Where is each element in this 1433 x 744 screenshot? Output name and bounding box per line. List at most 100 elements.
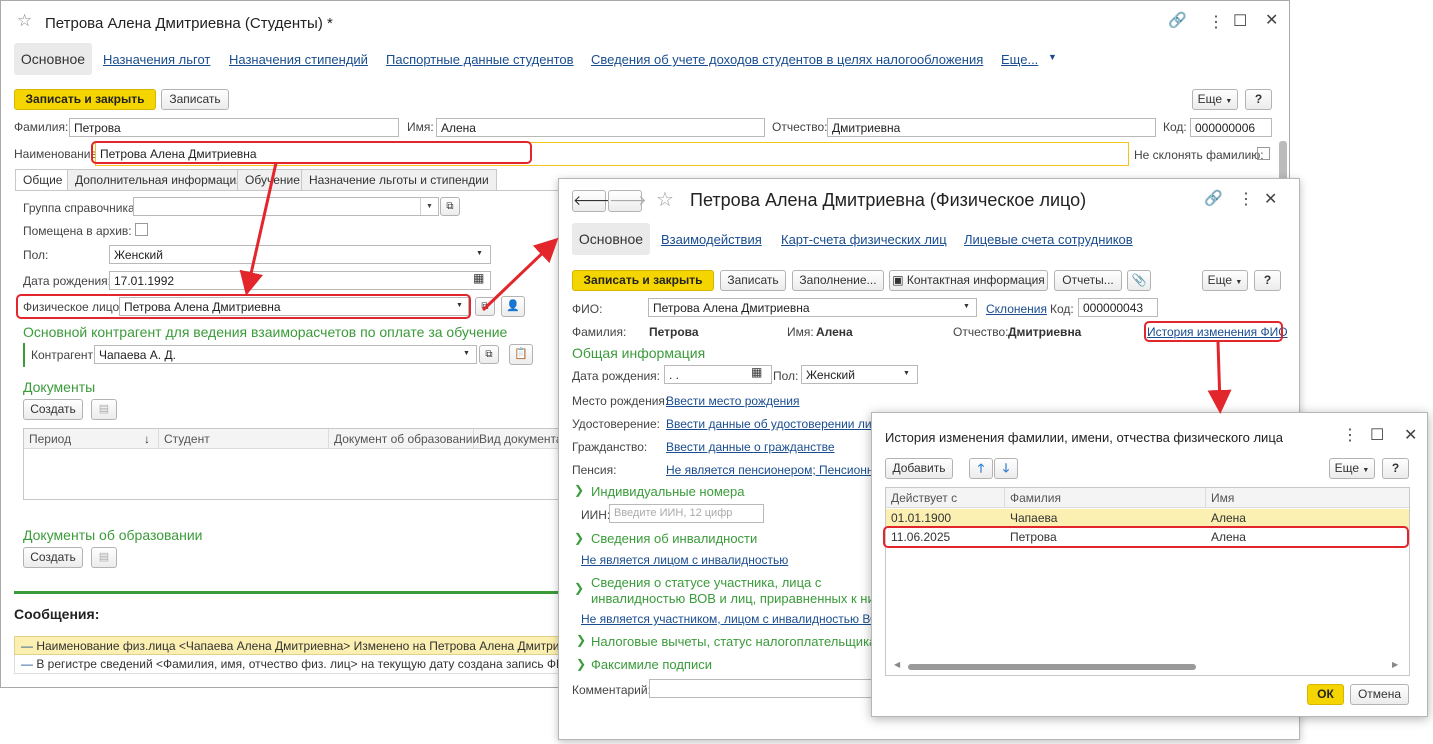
familia-field[interactable]: Петрова [69, 118, 399, 137]
save-close-button[interactable]: Записать и закрыть [572, 270, 714, 291]
fax-section-title[interactable]: Факсимиле подписи [591, 657, 712, 672]
inv-section-title[interactable]: Сведения об инвалидности [591, 531, 757, 546]
pension-link[interactable]: Не является пенсионером; Пенсионный [666, 463, 889, 477]
nav-card-accounts[interactable]: Карт-счета физических лиц [781, 232, 947, 247]
iin-field[interactable]: Введите ИИН, 12 цифр [609, 504, 764, 523]
col-edu-doc[interactable]: Документ об образовании [329, 429, 479, 449]
col-familia[interactable]: Фамилия [1005, 488, 1206, 508]
mesto-link[interactable]: Ввести место рождения [666, 394, 800, 408]
vov-section-title-1[interactable]: Сведения о статусе участника, лица с [591, 575, 821, 590]
archive-checkbox[interactable] [135, 223, 148, 236]
kod-field[interactable]: 000000043 [1078, 298, 1158, 317]
ok-button[interactable]: ОК [1307, 684, 1344, 705]
dropdown-icon[interactable]: ▼ [463, 350, 470, 357]
nav-interactions[interactable]: Взаимодействия [661, 232, 762, 247]
open-icon[interactable]: ⧉ [475, 297, 495, 316]
nav-scholarships[interactable]: Назначения стипендий [229, 52, 368, 67]
nav-passport[interactable]: Паспортные данные студентов [386, 52, 574, 67]
ne-sklonyat-checkbox[interactable] [1257, 147, 1270, 160]
grazh-link[interactable]: Ввести данные о гражданстве [666, 440, 835, 454]
contragent-field[interactable]: Чапаева А. Д. [94, 345, 477, 364]
dr-field[interactable]: 17.01.1992 [109, 271, 491, 290]
nav-benefits[interactable]: Назначения льгот [103, 52, 210, 67]
pol-field[interactable]: Женский [801, 365, 918, 384]
imya-field[interactable]: Алена [436, 118, 765, 137]
more-button[interactable]: Еще ▼ [1192, 89, 1238, 110]
save-button[interactable]: Записать [720, 270, 786, 291]
save-close-button[interactable]: Записать и закрыть [14, 89, 156, 110]
inv-link[interactable]: Не является лицом с инвалидностью [581, 553, 788, 567]
reports-button[interactable]: Отчеты... [1054, 270, 1122, 291]
more-vertical-icon[interactable]: ⋮ [1238, 189, 1254, 209]
print-icon[interactable]: ▤ [91, 399, 117, 420]
help-button[interactable]: ? [1254, 270, 1281, 291]
tab-main[interactable]: Основное [572, 223, 650, 255]
chevron-down-icon[interactable]: ❯ [574, 581, 584, 595]
close-icon[interactable]: ✕ [1265, 10, 1278, 30]
back-button[interactable]: 🡐 [572, 190, 611, 212]
calendar-icon[interactable]: ▦ [473, 271, 484, 285]
vov-section-title-2[interactable]: инвалидностью ВОВ и лиц, приравненных к … [591, 591, 875, 606]
col-student[interactable]: Студент [159, 429, 329, 449]
create-doc-button[interactable]: Создать [23, 399, 83, 420]
col-valid-from[interactable]: Действует с [886, 488, 1005, 508]
scroll-right-icon[interactable]: ▶ [1392, 660, 1398, 669]
close-icon[interactable]: ✕ [1264, 189, 1277, 209]
scroll-thumb[interactable] [908, 664, 1196, 670]
scroll-left-icon[interactable]: ◀ [894, 660, 900, 669]
sort-down-icon[interactable]: ↓ [144, 432, 150, 446]
more-vertical-icon[interactable]: ⋮ [1208, 12, 1224, 32]
tab-benefit-scholarship[interactable]: Назначение льготы и стипендии [301, 169, 497, 190]
tab-education[interactable]: Обучение [237, 169, 308, 190]
kod-field[interactable]: 000000006 [1190, 118, 1272, 137]
clipboard-icon[interactable]: 📋 [509, 344, 533, 365]
dropdown-icon[interactable]: ▼ [903, 370, 910, 377]
paperclip-icon[interactable]: 📎 [1127, 270, 1151, 291]
dropdown-icon[interactable]: ▼ [476, 250, 483, 257]
dropdown-icon[interactable]: ▼ [963, 303, 970, 310]
calendar-icon[interactable]: ▦ [751, 365, 762, 379]
link-icon[interactable]: 🔗 [1168, 11, 1187, 29]
tab-additional[interactable]: Дополнительная информация [67, 169, 251, 190]
open-icon[interactable]: ⧉ [440, 197, 460, 216]
scrollbar[interactable] [1279, 141, 1287, 181]
open-icon[interactable]: ⧉ [479, 345, 499, 364]
chevron-down-icon[interactable]: ❯ [574, 531, 584, 545]
nav-personal-accounts[interactable]: Лицевые счета сотрудников [964, 232, 1133, 247]
contact-info-button[interactable]: ▣ Контактная информация [889, 270, 1048, 291]
cancel-button[interactable]: Отмена [1350, 684, 1409, 705]
horizontal-scrollbar[interactable]: ◀ ▶ [894, 660, 1402, 672]
save-button[interactable]: Записать [161, 89, 229, 110]
print-icon[interactable]: ▤ [91, 547, 117, 568]
chevron-down-icon[interactable]: ❯ [574, 483, 584, 497]
vov-link[interactable]: Не является участником, лицом с инвалидн… [581, 612, 897, 626]
chevron-down-icon[interactable]: ▼ [1048, 52, 1057, 62]
fill-button[interactable]: Заполнение... [792, 270, 884, 291]
col-period[interactable]: Период [24, 429, 159, 449]
tax-section-title[interactable]: Налоговые вычеты, статус налогоплательщи… [591, 634, 876, 649]
link-icon[interactable]: 🔗 [1204, 189, 1223, 207]
nav-income[interactable]: Сведения об учете доходов студентов в це… [591, 52, 983, 67]
otchestvo-field[interactable]: Дмитриевна [827, 118, 1156, 137]
nav-more[interactable]: Еще... [1001, 52, 1038, 67]
star-icon[interactable]: ☆ [656, 187, 674, 212]
more-vertical-icon[interactable]: ⋮ [1342, 425, 1358, 445]
gruppa-field[interactable]: ▼ [133, 197, 439, 216]
create-edu-doc-button[interactable]: Создать [23, 547, 83, 568]
add-button[interactable]: Добавить [885, 458, 953, 479]
user-card-icon[interactable]: 👤 [501, 296, 525, 317]
help-button[interactable]: ? [1382, 458, 1409, 479]
close-icon[interactable]: ✕ [1404, 425, 1417, 445]
more-button[interactable]: Еще ▼ [1202, 270, 1248, 291]
fio-field[interactable]: Петрова Алена Дмитриевна [648, 298, 977, 317]
move-up-icon[interactable]: 🡑 [969, 458, 993, 479]
sklon-link[interactable]: Склонения [986, 302, 1047, 316]
star-icon[interactable]: ☆ [17, 11, 32, 31]
tab-general[interactable]: Общие [15, 169, 71, 190]
help-button[interactable]: ? [1245, 89, 1272, 110]
maximize-icon[interactable]: ☐ [1233, 11, 1247, 31]
chevron-right-icon[interactable]: ❯ [576, 633, 586, 647]
more-button[interactable]: Еще ▼ [1329, 458, 1375, 479]
tab-main[interactable]: Основное [14, 43, 92, 75]
pol-field[interactable]: Женский [109, 245, 491, 264]
